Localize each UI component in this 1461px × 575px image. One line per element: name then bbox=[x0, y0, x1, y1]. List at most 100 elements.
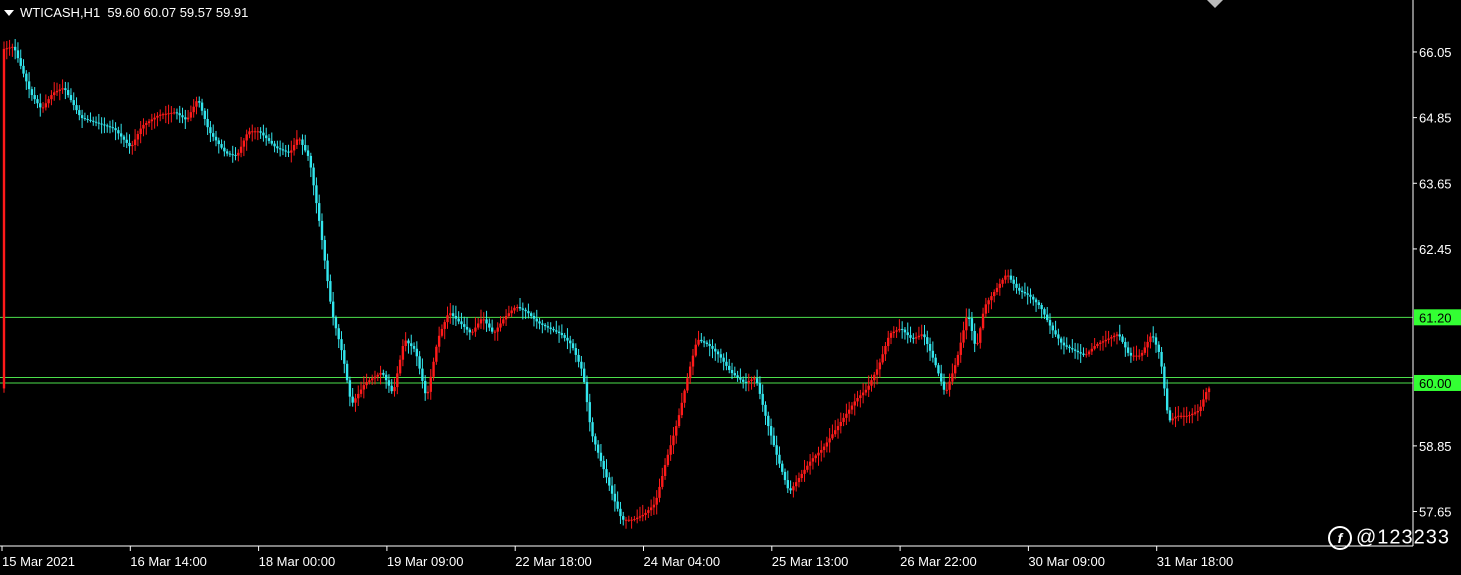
candle-body bbox=[331, 301, 335, 318]
candle-body bbox=[1001, 279, 1004, 284]
candle-body bbox=[1076, 350, 1080, 353]
candle-body bbox=[831, 434, 834, 439]
candle-body bbox=[825, 442, 829, 447]
candle-body bbox=[688, 366, 692, 379]
candle-body bbox=[376, 374, 379, 377]
candle-body bbox=[278, 148, 282, 150]
candle-body bbox=[175, 112, 179, 114]
candle-body bbox=[1062, 342, 1066, 346]
candle-body bbox=[1135, 355, 1138, 357]
x-tick-label: 19 Mar 09:00 bbox=[387, 554, 464, 569]
candle-body bbox=[923, 334, 926, 338]
candle-body bbox=[78, 110, 81, 116]
candle-body bbox=[711, 346, 714, 349]
candle-body bbox=[242, 140, 246, 147]
candle-body bbox=[451, 313, 455, 316]
candle-body bbox=[1059, 338, 1063, 343]
candle-body bbox=[410, 343, 413, 347]
candle-body bbox=[951, 373, 954, 382]
candle-body bbox=[627, 519, 631, 521]
chart-background bbox=[0, 0, 1461, 575]
candle-body bbox=[1043, 309, 1046, 315]
y-tick-label: 58.85 bbox=[1419, 439, 1452, 454]
candle-body bbox=[161, 114, 165, 116]
candle-body bbox=[139, 128, 142, 135]
candle-body bbox=[566, 337, 569, 341]
candle-body bbox=[585, 382, 589, 403]
candle-body bbox=[259, 131, 262, 133]
candle-body bbox=[914, 337, 918, 339]
candle-body bbox=[1160, 351, 1163, 367]
candle-body bbox=[1174, 416, 1177, 419]
candle-body bbox=[962, 330, 965, 343]
candle-body bbox=[404, 340, 407, 347]
candle-body bbox=[622, 516, 625, 520]
candle-body bbox=[1082, 353, 1085, 355]
candle-body bbox=[217, 140, 220, 145]
candle-body bbox=[806, 465, 809, 470]
candle-body bbox=[170, 112, 173, 114]
candle-body bbox=[900, 328, 904, 330]
candle-body bbox=[1163, 366, 1166, 389]
candle-body bbox=[549, 327, 552, 329]
candle-body bbox=[638, 516, 642, 518]
candle-body bbox=[8, 47, 11, 49]
candle-body bbox=[440, 328, 444, 336]
candle-body bbox=[820, 449, 823, 453]
candle-body bbox=[343, 350, 346, 364]
candle-body bbox=[552, 328, 555, 331]
candle-body bbox=[1138, 355, 1141, 357]
candle-body bbox=[1085, 354, 1088, 356]
candle-body bbox=[317, 203, 321, 221]
candlestick-chart[interactable]: 66.05 64.85 63.65 62.45 58.85 57.65 61.20 60.00… bbox=[0, 0, 1461, 575]
candle-body bbox=[1168, 410, 1172, 421]
candle-body bbox=[329, 281, 332, 302]
candle-body bbox=[192, 106, 195, 113]
candle-body bbox=[212, 133, 215, 137]
candle-body bbox=[368, 380, 371, 383]
candle-body bbox=[591, 422, 594, 437]
candle-body bbox=[792, 486, 795, 491]
candle-body bbox=[892, 331, 896, 334]
candle-body bbox=[577, 354, 580, 362]
chart-header[interactable]: WTICASH,H1 59.60 60.07 59.57 59.91 bbox=[4, 4, 248, 20]
shift-marker-icon[interactable] bbox=[1207, 0, 1223, 8]
candle-body bbox=[382, 372, 385, 375]
candle-body bbox=[521, 308, 525, 310]
candle-body bbox=[379, 372, 382, 375]
candle-body bbox=[741, 379, 745, 382]
candle-body bbox=[423, 380, 427, 394]
candle-body bbox=[287, 151, 290, 153]
candle-body bbox=[730, 369, 734, 374]
candle-body bbox=[965, 317, 968, 331]
candle-body bbox=[167, 113, 170, 115]
candle-body bbox=[1126, 347, 1130, 353]
candle-body bbox=[97, 122, 101, 124]
candle-body bbox=[348, 380, 352, 397]
dropdown-triangle-icon[interactable] bbox=[4, 9, 14, 16]
candle-body bbox=[599, 452, 603, 461]
candle-body bbox=[532, 315, 536, 319]
candle-body bbox=[25, 73, 28, 82]
candle-body bbox=[889, 333, 893, 338]
candle-body bbox=[1185, 415, 1188, 417]
candle-body bbox=[940, 373, 943, 382]
candle-body bbox=[309, 155, 313, 168]
candle-body bbox=[934, 357, 937, 366]
candle-body bbox=[510, 310, 513, 314]
candle-body bbox=[159, 114, 162, 116]
candle-body bbox=[970, 318, 974, 331]
candle-body bbox=[33, 95, 36, 100]
candle-body bbox=[111, 127, 114, 129]
candle-body bbox=[647, 510, 650, 513]
candle-body bbox=[443, 322, 446, 329]
candle-body bbox=[990, 296, 993, 301]
candle-body bbox=[1048, 320, 1052, 326]
candle-body bbox=[320, 220, 324, 241]
candle-body bbox=[387, 380, 391, 386]
candle-body bbox=[669, 445, 672, 455]
candle-body bbox=[449, 313, 452, 316]
y-tick-label: 63.65 bbox=[1419, 176, 1452, 191]
candle-body bbox=[675, 426, 678, 436]
candle-body bbox=[942, 381, 946, 390]
